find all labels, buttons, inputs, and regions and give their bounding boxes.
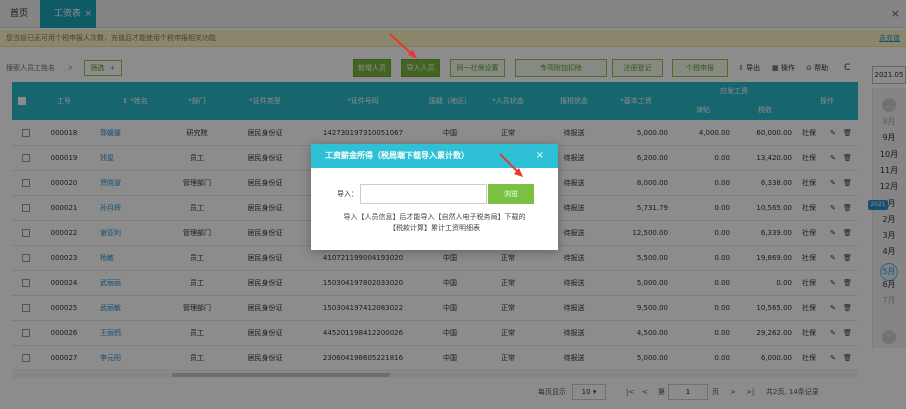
dialog-hint-line1: 导入【人员信息】后才能导入【自然人电子税务局】下载的 [343, 213, 526, 221]
dialog-hint-line2: 【税款计算】累计工资明细表 [389, 224, 480, 232]
dialog-title: 工资薪金所得（税局端下载导入累计数） [325, 151, 469, 160]
browse-button[interactable]: 浏览 [488, 184, 534, 204]
dialog-hint: 导入【人员信息】后才能导入【自然人电子税务局】下载的 【税款计算】累计工资明细表 [327, 212, 542, 234]
import-file-input[interactable] [360, 184, 487, 204]
import-label: 导入： [337, 190, 358, 198]
annotation-arrow-toolbar [389, 33, 417, 59]
annotation-arrow-dialog [499, 153, 523, 177]
close-icon[interactable]: × [536, 144, 544, 168]
